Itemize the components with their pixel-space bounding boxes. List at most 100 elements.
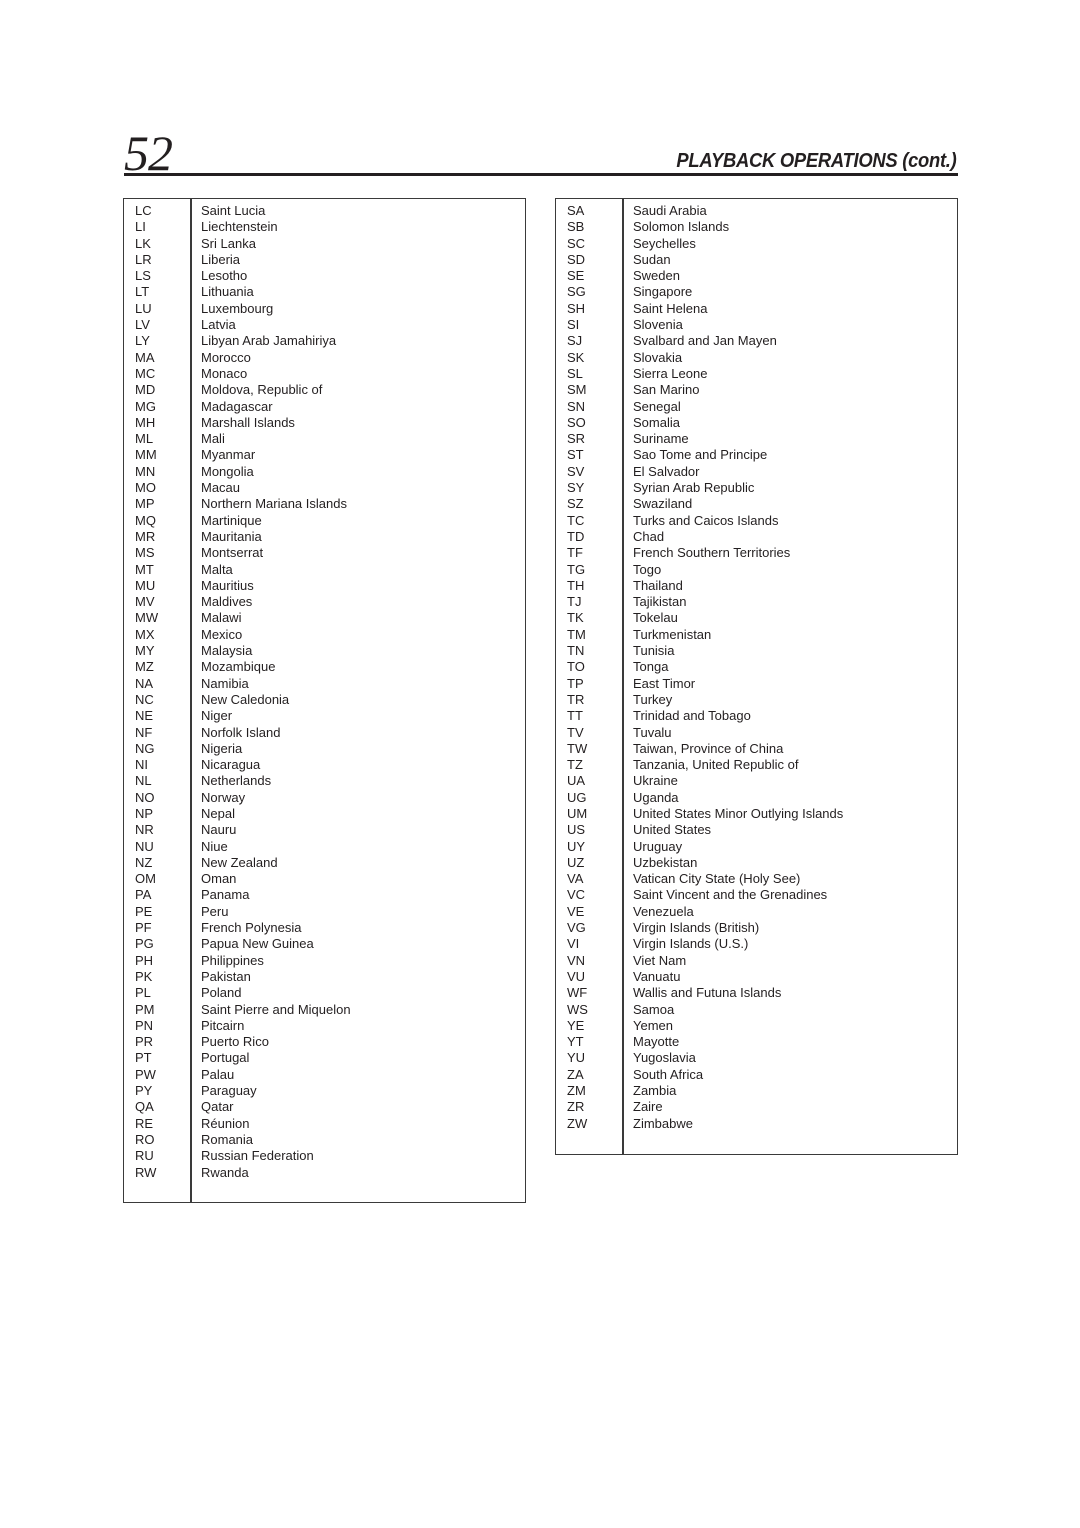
table-row: SN Senegal xyxy=(556,399,957,415)
country-name: Monaco xyxy=(201,365,248,381)
country-name: Yugoslavia xyxy=(633,1050,696,1066)
table-row: NU Niue xyxy=(124,839,525,855)
table-row: MP Northern Mariana Islands xyxy=(124,496,525,512)
country-name: Uganda xyxy=(633,789,679,805)
table-row: VI Virgin Islands (U.S.) xyxy=(556,936,957,952)
table-row: PG Papua New Guinea xyxy=(124,936,525,952)
country-code: NZ xyxy=(135,854,153,870)
country-code: SA xyxy=(567,203,585,218)
country-name: Saint Pierre and Miquelon xyxy=(201,1001,351,1017)
country-code: ZA xyxy=(567,1066,584,1082)
country-name: San Marino xyxy=(633,382,700,398)
table-row: SH Saint Helena xyxy=(556,301,957,317)
country-code: TG xyxy=(567,561,586,577)
country-name: Moldova, Republic of xyxy=(201,382,323,398)
country-code: SY xyxy=(567,480,585,496)
country-code: MO xyxy=(135,480,156,496)
country-name: Somalia xyxy=(633,414,680,430)
country-name: Solomon Islands xyxy=(633,219,730,235)
table-row: TK Tokelau xyxy=(556,610,957,626)
country-name: Vanuatu xyxy=(633,968,681,984)
table-row: UG Uganda xyxy=(556,790,957,806)
country-name: Sudan xyxy=(633,251,671,267)
country-code: VE xyxy=(567,903,585,919)
country-code: UY xyxy=(567,838,586,854)
table-row: OM Oman xyxy=(124,871,525,887)
country-name: Mozambique xyxy=(201,659,276,675)
table-row: NC New Caledonia xyxy=(124,692,525,708)
table-row: MG Madagascar xyxy=(124,399,525,415)
table-row: ZW Zimbabwe xyxy=(556,1116,957,1132)
country-code: VC xyxy=(567,887,586,903)
country-name: Chad xyxy=(633,528,665,544)
country-name: Saint Lucia xyxy=(201,203,266,218)
country-name: Zaire xyxy=(633,1099,663,1115)
country-name: Niger xyxy=(201,708,233,724)
table-row: TM Turkmenistan xyxy=(556,627,957,643)
country-name: Mayotte xyxy=(633,1034,680,1050)
country-code: OM xyxy=(135,871,156,887)
table-row: TO Tonga xyxy=(556,659,957,675)
table-row: RE Réunion xyxy=(124,1116,525,1132)
country-code: PT xyxy=(135,1050,152,1066)
country-name: Palau xyxy=(201,1066,235,1082)
table-row: NZ New Zealand xyxy=(124,855,525,871)
table-row: PA Panama xyxy=(124,887,525,903)
country-code: VA xyxy=(567,871,584,887)
country-code: ML xyxy=(135,431,154,447)
page-number: 52 xyxy=(124,125,173,181)
country-code: MR xyxy=(135,528,156,544)
country-code: PW xyxy=(135,1066,156,1082)
country-code-table-left: LC Saint Lucia LI Liechtenstein LK Sri Lanka L… xyxy=(123,198,526,1203)
table-row: YT Mayotte xyxy=(556,1034,957,1050)
table-row: SV El Salvador xyxy=(556,464,957,480)
country-code: NR xyxy=(135,822,154,838)
country-code: LC xyxy=(135,203,152,218)
table-row: TT Trinidad and Tobago xyxy=(556,708,957,724)
country-name: Liechtenstein xyxy=(201,219,278,235)
country-name: United States Minor Outlying Islands xyxy=(633,805,844,821)
table-row: TV Tuvalu xyxy=(556,725,957,741)
country-code: RU xyxy=(135,1148,154,1164)
country-name: Panama xyxy=(201,887,250,903)
country-code: TC xyxy=(567,512,585,528)
country-code: SL xyxy=(567,365,583,381)
country-name: Sweden xyxy=(633,268,680,284)
country-code: TJ xyxy=(567,594,582,610)
country-name: Liberia xyxy=(201,251,241,267)
table-row: LR Liberia xyxy=(124,252,525,268)
country-code: SM xyxy=(567,382,587,398)
table-row: SC Seychelles xyxy=(556,236,957,252)
country-code: MT xyxy=(135,561,154,577)
table-row: PW Palau xyxy=(124,1067,525,1083)
header-rule xyxy=(124,173,958,176)
country-name: Senegal xyxy=(633,398,681,414)
table-row: ST Sao Tome and Principe xyxy=(556,447,957,463)
country-code: MC xyxy=(135,365,156,381)
country-code: PK xyxy=(135,968,153,984)
country-name: Nepal xyxy=(201,805,235,821)
table-row: UZ Uzbekistan xyxy=(556,855,957,871)
country-name: Saint Helena xyxy=(633,300,708,316)
country-code: WS xyxy=(567,1001,588,1017)
country-name: Oman xyxy=(201,871,237,887)
country-name: Ukraine xyxy=(633,773,678,789)
country-code: TP xyxy=(567,675,584,691)
country-name: Myanmar xyxy=(201,447,256,463)
table-row: PT Portugal xyxy=(124,1050,525,1066)
table-row: RW Rwanda xyxy=(124,1165,525,1181)
country-code: TZ xyxy=(567,757,583,773)
country-name: New Zealand xyxy=(201,854,278,870)
country-name: Madagascar xyxy=(201,398,273,414)
country-name: South Africa xyxy=(633,1066,704,1082)
table-row: SB Solomon Islands xyxy=(556,219,957,235)
country-name: Malta xyxy=(201,561,233,577)
table-row: PE Peru xyxy=(124,904,525,920)
table-row: MY Malaysia xyxy=(124,643,525,659)
country-name: Mauritius xyxy=(201,577,254,593)
table-row: PY Paraguay xyxy=(124,1083,525,1099)
country-code: MQ xyxy=(135,512,156,528)
country-name: Turks and Caicos Islands xyxy=(633,512,779,528)
country-name: Nauru xyxy=(201,822,237,838)
country-name: Malaysia xyxy=(201,643,253,659)
